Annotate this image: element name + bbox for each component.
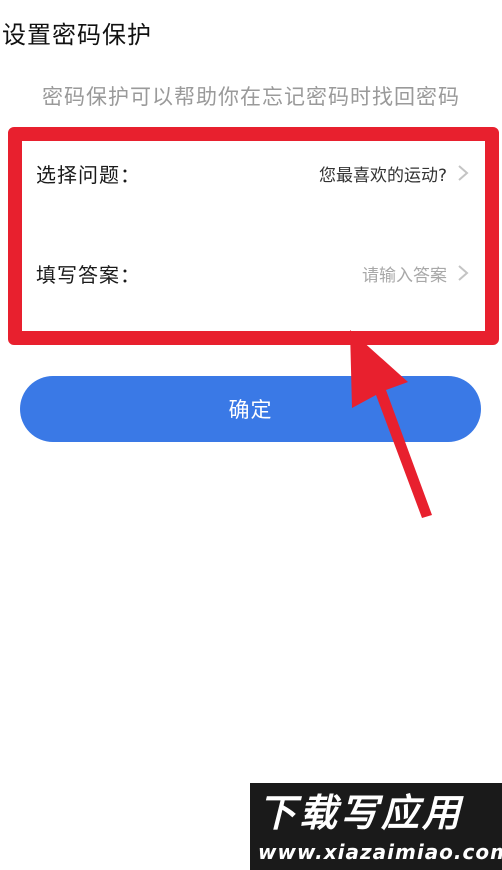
watermark-logo: 下载写应用 www.xiazaimiao.com	[250, 783, 502, 870]
page-title: 设置密码保护	[2, 21, 152, 49]
page-description: 密码保护可以帮助你在忘记密码时找回密码	[42, 85, 460, 109]
arrow-up-icon	[350, 330, 432, 518]
watermark-title: 下载写应用	[258, 791, 464, 835]
annotation-highlight-box	[8, 127, 499, 345]
password-protection-screen: 设置密码保护 密码保护可以帮助你在忘记密码时找回密码 选择问题： 您最喜欢的运动…	[0, 0, 502, 870]
watermark-url: www.xiazaimiao.com	[258, 840, 502, 864]
